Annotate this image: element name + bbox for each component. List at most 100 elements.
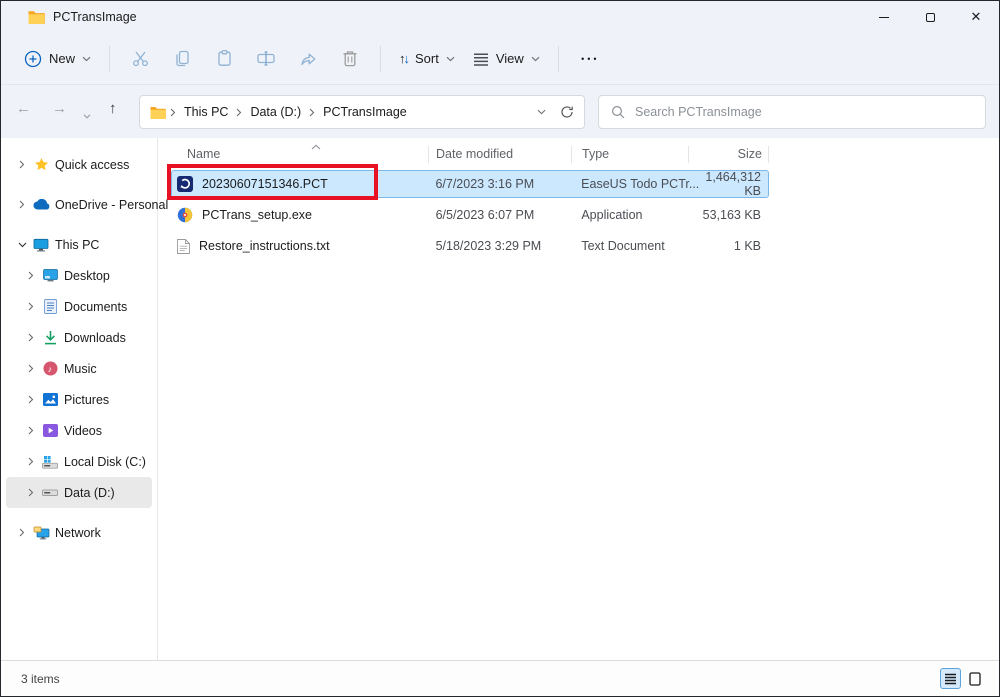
sidebar-item-label: Music [64, 362, 97, 376]
file-row-restore-txt[interactable]: Restore_instructions.txt 5/18/2023 3:29 … [171, 232, 769, 260]
folder-icon [28, 10, 45, 24]
paste-button[interactable] [203, 42, 245, 76]
view-button[interactable]: View [464, 45, 549, 72]
sort-button[interactable]: ↑↓ Sort [390, 45, 464, 72]
file-explorer-window: PCTransImage ✕ New [0, 0, 1000, 697]
forward-button[interactable]: → [52, 100, 67, 117]
new-plus-icon [24, 50, 42, 68]
chevron-right-icon[interactable] [23, 364, 39, 373]
sidebar-item-documents[interactable]: Documents [6, 291, 152, 322]
sort-button-label: Sort [415, 51, 439, 66]
file-type: Application [571, 208, 688, 222]
up-button[interactable]: ↑ [109, 100, 117, 117]
back-button[interactable]: ← [16, 100, 31, 117]
breadcrumb-this-pc[interactable]: This PC [180, 105, 232, 119]
this-pc-monitor-icon [30, 238, 52, 252]
large-icons-view-button[interactable] [964, 668, 985, 689]
search-input[interactable] [635, 105, 973, 119]
sidebar-item-quick-access[interactable]: Quick access [6, 149, 152, 180]
chevron-right-icon[interactable] [23, 457, 39, 466]
sidebar-item-network[interactable]: Network [6, 517, 152, 548]
see-more-button[interactable]: ••• [568, 42, 610, 76]
search-icon [611, 105, 625, 119]
details-view-button[interactable] [940, 668, 961, 689]
minimize-button[interactable] [861, 1, 907, 33]
chevron-down-icon [82, 56, 91, 62]
close-button[interactable]: ✕ [953, 1, 999, 33]
copy-icon [173, 49, 192, 68]
file-date-modified: 6/5/2023 6:07 PM [429, 208, 572, 222]
column-header-name[interactable]: Name [171, 146, 429, 163]
title-bar: PCTransImage ✕ [1, 1, 999, 33]
rename-button[interactable] [245, 42, 287, 76]
sidebar-item-desktop[interactable]: Desktop [6, 260, 152, 291]
chevron-right-icon[interactable] [23, 302, 39, 311]
column-header-date-modified[interactable]: Date modified [429, 146, 572, 163]
pct-file-icon [177, 176, 193, 192]
copy-button[interactable] [161, 42, 203, 76]
onedrive-cloud-icon [30, 199, 52, 210]
breadcrumb-data-d[interactable]: Data (D:) [246, 105, 305, 119]
content-area: Quick access OneDrive - Personal This PC… [1, 138, 999, 660]
more-icon: ••• [578, 54, 599, 64]
cut-button[interactable] [119, 42, 161, 76]
chevron-right-icon[interactable] [23, 271, 39, 280]
sidebar-item-label: Desktop [64, 269, 110, 283]
sidebar-item-this-pc[interactable]: This PC [6, 229, 152, 260]
file-type: Text Document [571, 239, 688, 253]
sidebar-item-label: Network [55, 526, 101, 540]
rename-icon [256, 49, 276, 68]
maximize-button[interactable] [907, 1, 953, 33]
file-size: 53,163 KB [688, 208, 768, 222]
pictures-icon [39, 393, 61, 406]
chevron-right-icon[interactable] [23, 395, 39, 404]
sidebar-item-onedrive[interactable]: OneDrive - Personal [6, 189, 152, 220]
sidebar-item-label: This PC [55, 238, 99, 252]
file-row-setup-exe[interactable]: PCTrans_setup.exe 6/5/2023 6:07 PM Appli… [171, 201, 769, 229]
svg-text:♪: ♪ [47, 364, 52, 374]
file-name: Restore_instructions.txt [199, 239, 330, 253]
column-header-size[interactable]: Size [689, 146, 769, 163]
chevron-right-icon[interactable] [14, 200, 30, 209]
sidebar-item-label: Downloads [64, 331, 126, 345]
chevron-right-icon[interactable] [23, 333, 39, 342]
chevron-right-icon[interactable] [23, 426, 39, 435]
chevron-down-icon[interactable] [14, 242, 30, 248]
sidebar-item-label: Videos [64, 424, 102, 438]
star-icon [30, 157, 52, 172]
chevron-right-icon [232, 108, 246, 117]
view-button-label: View [496, 51, 524, 66]
delete-button[interactable] [329, 42, 371, 76]
sidebar-item-local-disk-c[interactable]: Local Disk (C:) [6, 446, 152, 477]
data-drive-icon [39, 489, 61, 497]
share-icon [299, 49, 318, 68]
sidebar-item-videos[interactable]: Videos [6, 415, 152, 446]
sidebar-item-pictures[interactable]: Pictures [6, 384, 152, 415]
share-button[interactable] [287, 42, 329, 76]
details-view-icon [944, 673, 957, 685]
breadcrumb-pctransimage[interactable]: PCTransImage [319, 105, 411, 119]
up-icon: ↑ [109, 100, 117, 117]
file-row-pct-image[interactable]: 20230607151346.PCT 6/7/2023 3:16 PM Ease… [171, 170, 769, 198]
column-header-type[interactable]: Type [572, 146, 689, 163]
search-box[interactable] [598, 95, 986, 129]
recent-locations-button[interactable] [83, 106, 91, 123]
refresh-button[interactable] [560, 105, 574, 119]
sidebar-item-downloads[interactable]: Downloads [6, 322, 152, 353]
chevron-right-icon[interactable] [23, 488, 39, 497]
new-button[interactable]: New [15, 44, 100, 74]
breadcrumb[interactable]: This PC Data (D:) PCTransImage [139, 95, 585, 129]
command-bar: New ↑↓ Sort [1, 33, 999, 85]
address-dropdown-button[interactable] [537, 109, 546, 115]
sidebar-item-music[interactable]: ♪ Music [6, 353, 152, 384]
items-count: 3 items [21, 672, 60, 686]
sidebar-item-data-d[interactable]: Data (D:) [6, 477, 152, 508]
file-date-modified: 5/18/2023 3:29 PM [429, 239, 572, 253]
sidebar-item-label: Data (D:) [64, 486, 115, 500]
sidebar-item-label: Local Disk (C:) [64, 455, 146, 469]
chevron-right-icon[interactable] [14, 160, 30, 169]
minimize-icon [879, 17, 889, 18]
chevron-right-icon[interactable] [14, 528, 30, 537]
file-name: 20230607151346.PCT [202, 177, 328, 191]
file-date-modified: 6/7/2023 3:16 PM [428, 177, 571, 191]
